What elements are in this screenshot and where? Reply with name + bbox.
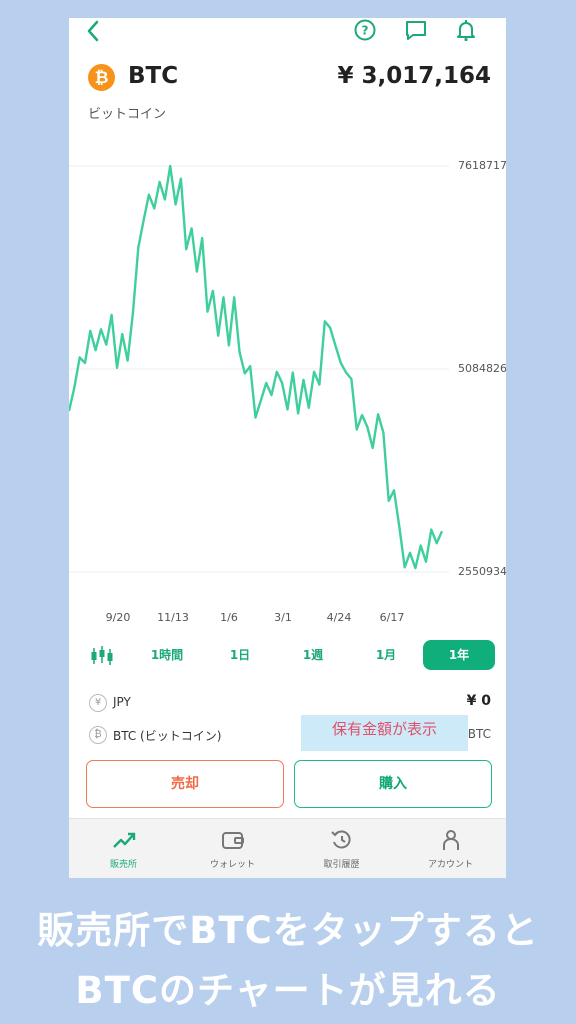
coin-symbol: BTC [128, 63, 179, 89]
tab-history[interactable]: 取引履歴 [287, 819, 396, 878]
x-tick-label: 1/6 [220, 611, 238, 624]
jpy-value: ¥ 0 [466, 693, 491, 709]
jpy-balance-row: ¥ JPY ¥ 0 [69, 690, 506, 716]
tab-exchange[interactable]: 販売所 [69, 819, 178, 878]
svg-text:?: ? [362, 24, 369, 38]
buy-button[interactable]: 購入 [294, 760, 492, 808]
history-icon [330, 830, 351, 849]
range-selector: 1時間 1日 1週 1月 1年 [69, 640, 506, 672]
bell-icon[interactable] [454, 18, 478, 42]
tab-label: ウォレット [209, 860, 255, 870]
yen-icon: ¥ [89, 694, 107, 712]
range-1y[interactable]: 1年 [423, 640, 495, 670]
price-chart[interactable] [69, 158, 506, 638]
coin-price: ¥ 3,017,164 [337, 63, 491, 89]
candlestick-icon[interactable] [89, 643, 115, 669]
sell-button[interactable]: 売却 [86, 760, 284, 808]
caption-line-1: 販売所でBTCをタップすると [37, 909, 539, 952]
annotation-label: 保有金額が表示 [301, 715, 468, 751]
range-1w[interactable]: 1週 [277, 640, 349, 670]
x-tick-label: 9/20 [105, 611, 131, 624]
tab-label: アカウント [427, 860, 473, 870]
jpy-label: JPY [113, 695, 131, 709]
app-screen: ? ₿ BTC ¥ 3,017,164 ビットコイン 1時間 1日 1週 1月 … [69, 18, 506, 878]
y-tick-label: 5084826 [458, 361, 506, 375]
x-tick-label: 11/13 [157, 611, 189, 624]
btc-coin-icon: ₿ [88, 64, 115, 91]
coin-name: ビットコイン [88, 107, 167, 122]
tab-label: 販売所 [109, 860, 137, 870]
btc-value: BTC [467, 727, 491, 741]
bitcoin-icon: ₿ [89, 726, 107, 744]
caption-line-2: BTCのチャートが見れる [75, 969, 501, 1012]
x-tick-label: 6/17 [379, 611, 405, 624]
tab-account[interactable]: アカウント [396, 819, 505, 878]
range-1d[interactable]: 1日 [204, 640, 276, 670]
x-tick-label: 4/24 [326, 611, 352, 624]
price-line [69, 164, 444, 570]
y-tick-label: 7618717 [458, 159, 506, 172]
person-icon [442, 830, 459, 850]
trend-icon [112, 832, 135, 848]
back-icon[interactable] [81, 18, 107, 44]
bottom-tab-bar: 販売所 ウォレット 取引履歴 アカウント [69, 818, 506, 878]
tab-wallet[interactable]: ウォレット [178, 819, 287, 878]
wallet-icon [221, 832, 244, 849]
range-1h[interactable]: 1時間 [131, 640, 203, 670]
x-tick-label: 3/1 [274, 611, 292, 624]
tab-label: 取引履歴 [323, 860, 360, 870]
btc-label: BTC (ビットコイン) [113, 729, 222, 743]
chat-icon[interactable] [404, 18, 428, 42]
top-bar: ? [69, 18, 506, 48]
help-icon[interactable]: ? [353, 18, 377, 42]
range-1m[interactable]: 1月 [350, 640, 422, 670]
y-tick-label: 2550934 [458, 565, 506, 578]
